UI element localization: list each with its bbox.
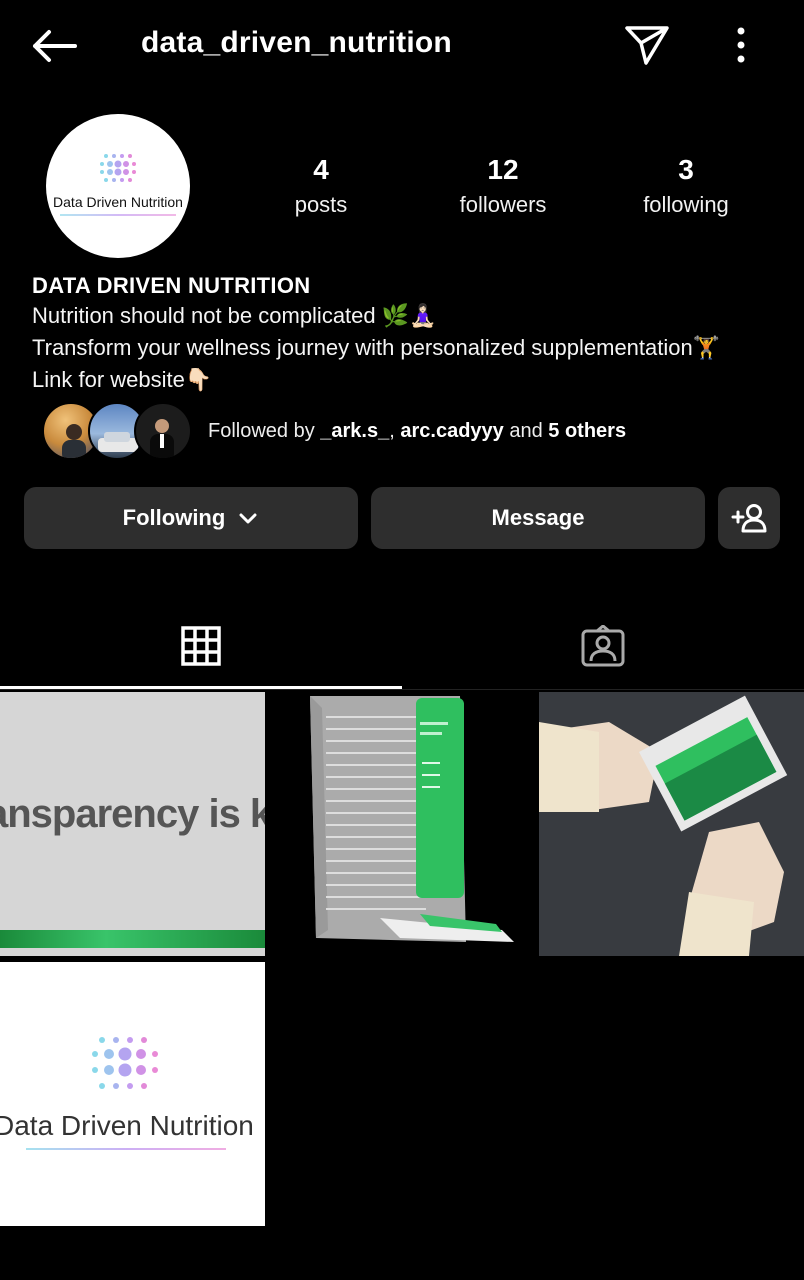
post-thumbnail-green-bar xyxy=(0,930,265,948)
stat-following-value: 3 xyxy=(678,154,694,185)
following-button-label: Following xyxy=(122,505,226,530)
followed-by-others[interactable]: 5 others xyxy=(548,420,626,442)
profile-username: data_driven_nutrition xyxy=(141,26,452,59)
stat-followers-value: 12 xyxy=(487,154,519,185)
paper-plane-icon xyxy=(625,26,669,65)
send-message-button[interactable] xyxy=(620,20,674,70)
arrow-left-icon xyxy=(33,30,77,62)
profile-bio: DATA DRIVEN NUTRITION Nutrition should n… xyxy=(32,272,792,396)
bio-line[interactable]: Link for website👇🏻 xyxy=(32,364,792,396)
grid-icon xyxy=(181,626,221,666)
mutual-avatar xyxy=(134,402,192,460)
followed-by-user[interactable]: arc.cadyyy xyxy=(400,420,503,442)
brand-logo-dots xyxy=(92,1037,158,1089)
post-thumbnail-text: ansparency is k xyxy=(0,792,265,836)
more-vertical-icon xyxy=(737,27,745,63)
back-button[interactable] xyxy=(28,24,80,68)
profile-tabs xyxy=(0,604,804,690)
followed-by-prefix: Followed by xyxy=(208,420,321,442)
post-brand-tagline-line xyxy=(26,1148,226,1150)
tab-tagged[interactable] xyxy=(402,604,804,688)
message-button[interactable]: Message xyxy=(371,487,705,549)
suggested-people-button[interactable] xyxy=(718,487,780,549)
hands-holding-sachet-image xyxy=(539,692,804,956)
followed-by-and: and xyxy=(503,420,549,442)
add-person-icon xyxy=(731,504,767,533)
avatar-tagline-line xyxy=(60,214,176,216)
bio-line: Transform your wellness journey with per… xyxy=(32,335,721,360)
supplement-dispenser-image xyxy=(310,696,514,942)
post-thumbnail[interactable] xyxy=(270,692,534,956)
post-brand-text: Data Driven Nutrition xyxy=(0,1110,254,1141)
followed-by-text[interactable]: Followed by _ark.s_, arc.cadyyy and 5 ot… xyxy=(208,420,626,443)
more-options-button[interactable] xyxy=(722,20,760,70)
stat-followers[interactable]: 12 followers xyxy=(433,154,573,218)
post-thumbnail[interactable]: ansparency is k xyxy=(0,692,265,956)
stat-posts-value: 4 xyxy=(313,154,329,185)
following-button[interactable]: Following xyxy=(24,487,358,549)
mutual-followers-avatars[interactable] xyxy=(42,402,202,462)
stat-following-label: following xyxy=(643,192,729,217)
tagged-person-icon xyxy=(581,625,625,667)
tab-posts-grid[interactable] xyxy=(0,604,402,688)
top-bar: data_driven_nutrition xyxy=(0,0,804,92)
chevron-down-icon xyxy=(239,513,257,524)
post-thumbnail[interactable] xyxy=(539,692,804,956)
stat-posts-label: posts xyxy=(294,192,348,217)
stat-posts[interactable]: 4 posts xyxy=(251,154,391,218)
profile-avatar[interactable]: Data Driven Nutrition xyxy=(46,114,190,258)
message-button-label: Message xyxy=(491,505,585,530)
stat-following[interactable]: 3 following xyxy=(616,154,756,218)
followed-by-user[interactable]: _ark.s_ xyxy=(320,420,389,442)
stat-followers-label: followers xyxy=(459,192,547,217)
brand-logo-dots xyxy=(100,154,136,182)
bio-line: Nutrition should not be complicated 🌿🧘🏻‍… xyxy=(32,303,437,328)
post-thumbnail[interactable]: Data Driven Nutrition xyxy=(0,962,265,1226)
followed-by-separator: , xyxy=(389,420,401,442)
tabs-divider xyxy=(0,689,804,690)
avatar-brand-text: Data Driven Nutrition xyxy=(53,194,183,210)
profile-display-name: DATA DRIVEN NUTRITION xyxy=(32,273,311,298)
